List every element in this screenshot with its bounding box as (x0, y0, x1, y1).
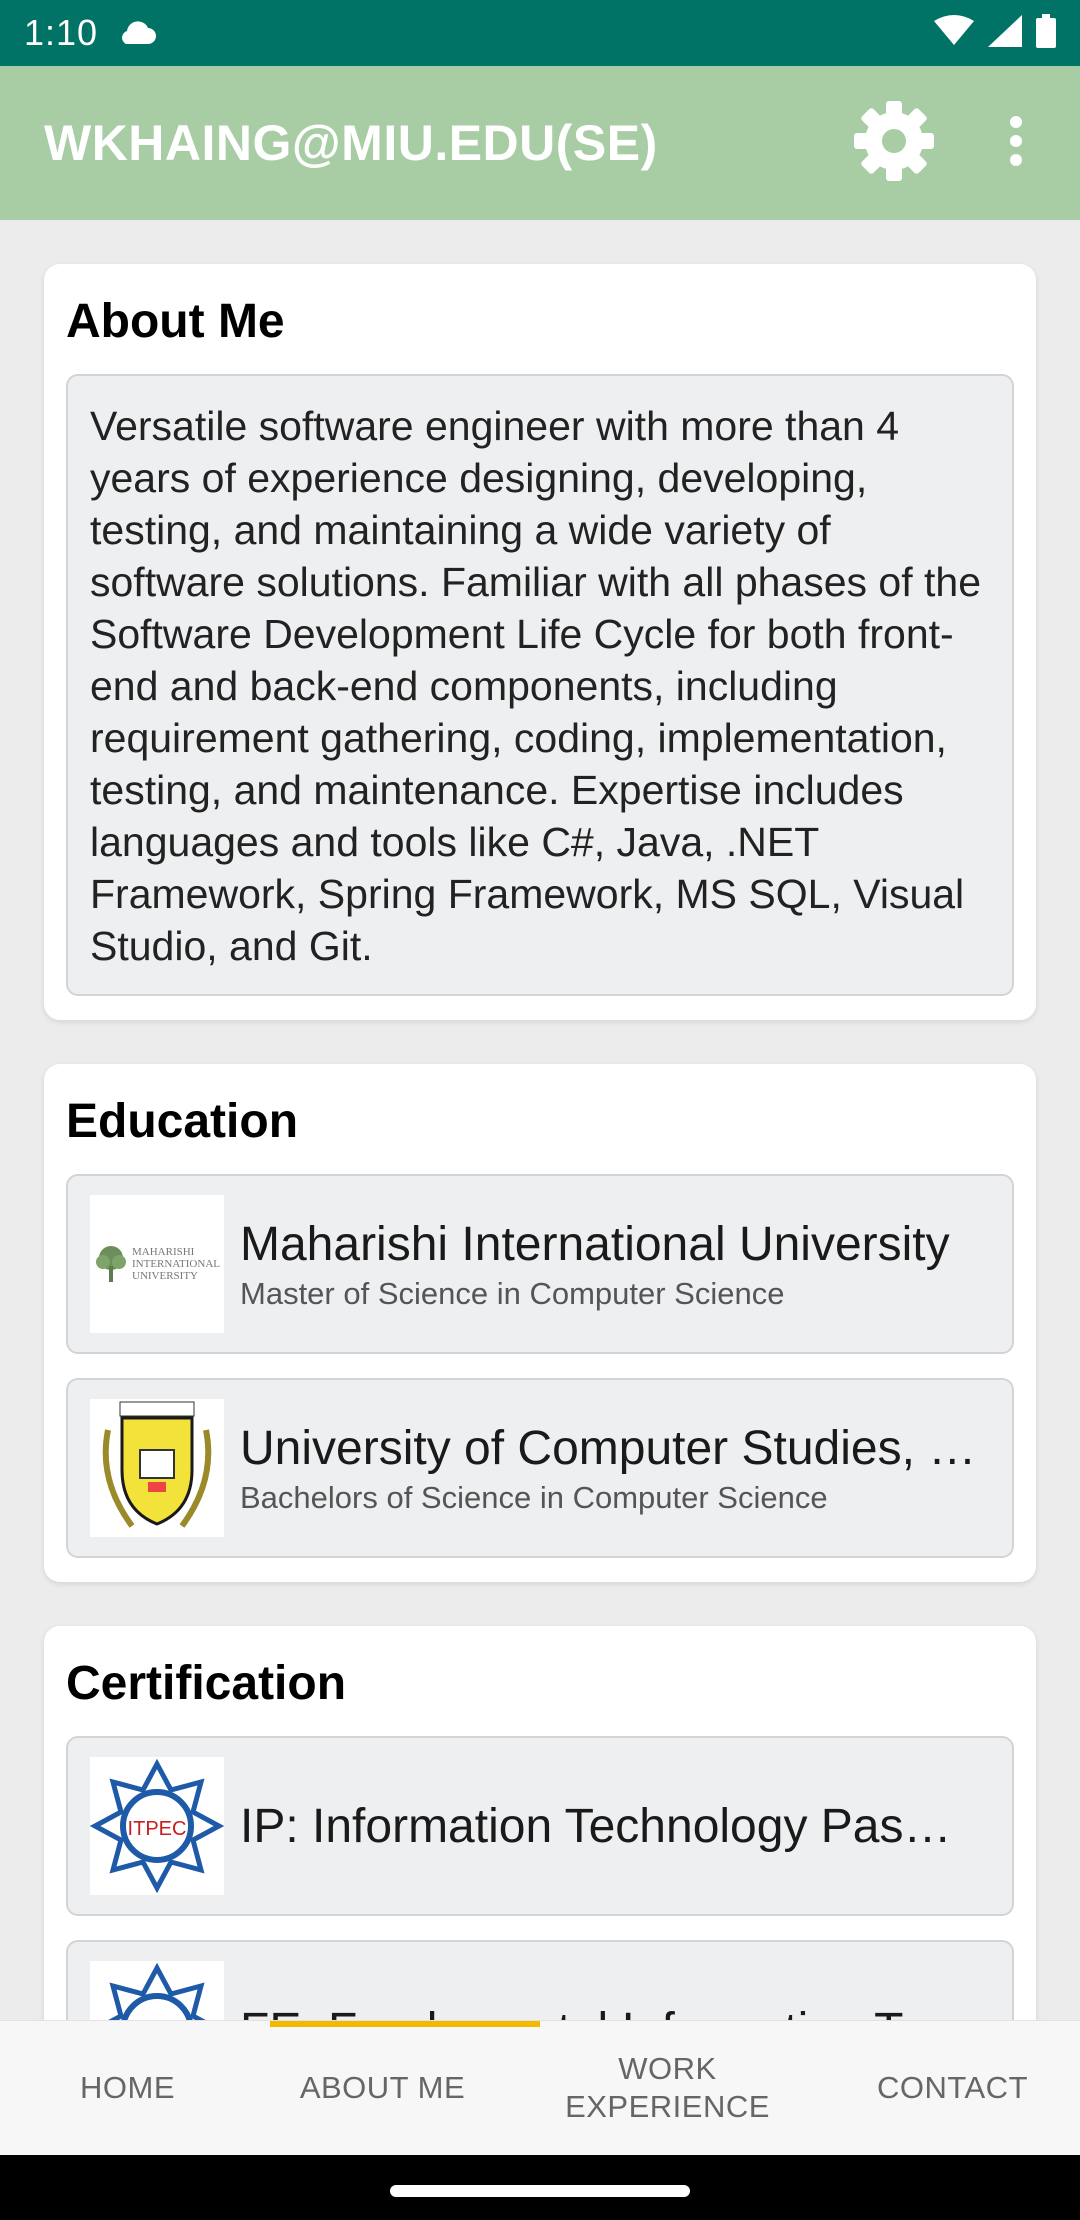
cloud-icon (116, 20, 157, 46)
education-item[interactable]: University of Computer Studies, … Bachel… (66, 1378, 1014, 1558)
content-scroll[interactable]: About Me Versatile software engineer wit… (0, 220, 1080, 2020)
app-title: WKHAING@MIU.EDU(SE) (44, 115, 658, 171)
education-title: Education (66, 1095, 299, 1148)
tab-about-me[interactable]: ABOUT ME (255, 2021, 510, 2155)
status-time: 1:10 (24, 12, 99, 53)
about-text: Versatile software engineer with more th… (66, 374, 1014, 996)
app-bar: WKHAING@MIU.EDU(SE) (0, 66, 1080, 220)
signal-icon (988, 14, 1022, 52)
miu-logo: MAHARISHI INTERNATIONAL UNIVERSITY (90, 1195, 224, 1333)
about-card: About Me Versatile software engineer wit… (44, 264, 1036, 1020)
tree-icon (96, 1246, 126, 1282)
tab-work-experience[interactable]: WORK EXPERIENCE (510, 2021, 825, 2155)
tab-home[interactable]: HOME (0, 2021, 255, 2155)
degree-name: Master of Science in Computer Science (240, 1275, 785, 1311)
certification-name: IP: Information Technology Pas… (240, 1799, 952, 1853)
more-vert-icon (1009, 115, 1023, 171)
certification-title: Certification (66, 1657, 347, 1710)
ucs-logo (90, 1399, 224, 1537)
certification-item[interactable]: ITPEC IP: Information Technology Pas… (66, 1736, 1014, 1916)
home-gesture-handle[interactable] (390, 2185, 690, 2197)
settings-button[interactable] (852, 99, 936, 188)
certification-card: Certification ITPEC IP: Information Tech… (44, 1626, 1036, 2020)
fe-logo (90, 1961, 224, 2020)
itpec-logo: ITPEC (90, 1757, 224, 1895)
gear-icon (852, 99, 936, 188)
svg-text:ITPEC: ITPEC (128, 1818, 187, 1840)
education-item[interactable]: MAHARISHI INTERNATIONAL UNIVERSITY Mahar… (66, 1174, 1014, 1354)
tab-contact[interactable]: CONTACT (825, 2021, 1080, 2155)
system-navigation-bar (0, 2155, 1080, 2220)
school-name: Maharishi International University (240, 1217, 950, 1271)
certification-name: FE: Fundamental Information Te… (240, 2003, 990, 2021)
about-title: About Me (66, 295, 285, 348)
overflow-menu-button[interactable] (996, 101, 1036, 185)
school-name: University of Computer Studies, … (240, 1421, 977, 1475)
degree-name: Bachelors of Science in Computer Science (240, 1479, 828, 1515)
status-bar: 1:10 (0, 0, 1080, 66)
education-card: Education MAHARISHI INTERNATIONAL UNIVER… (44, 1064, 1036, 1582)
certification-item[interactable]: FE: Fundamental Information Te… (66, 1940, 1014, 2020)
bottom-navigation: HOME ABOUT ME WORK EXPERIENCE CONTACT (0, 2020, 1080, 2155)
wifi-icon (934, 14, 974, 52)
battery-icon (1036, 13, 1056, 53)
